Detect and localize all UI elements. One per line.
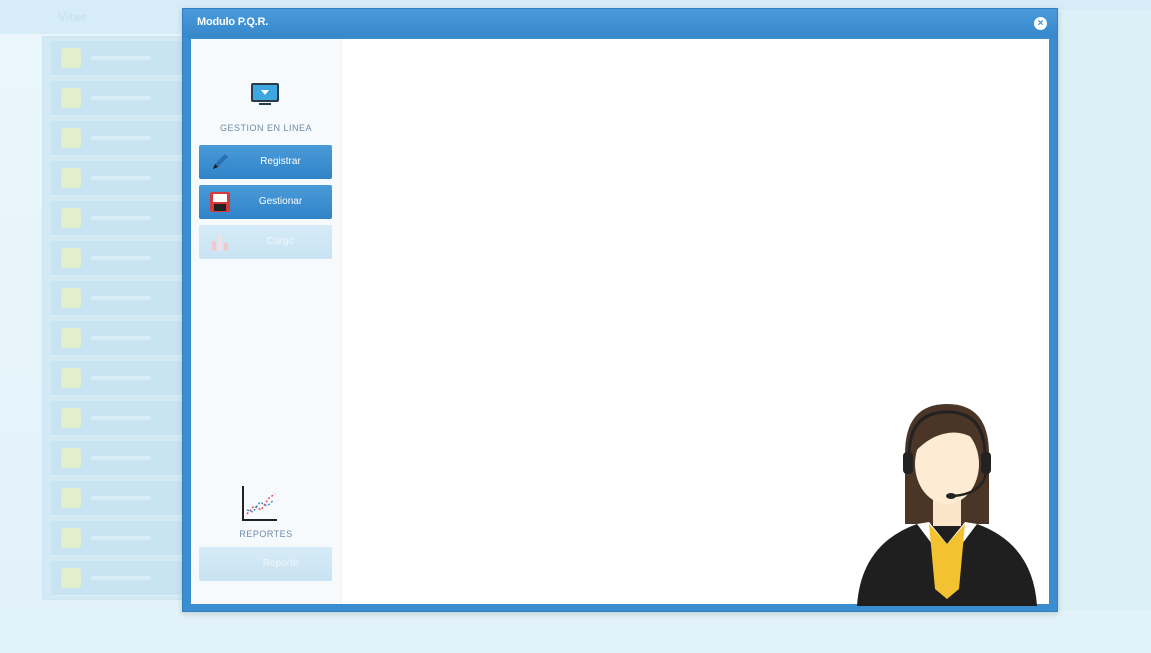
online-management-label: GESTION EN LINEA bbox=[219, 123, 313, 133]
background-sidebar-item bbox=[51, 121, 191, 156]
background-sidebar-item bbox=[51, 41, 191, 76]
reports-chart-icon bbox=[242, 486, 277, 521]
background-sidebar-item bbox=[51, 81, 191, 116]
background-sidebar-item bbox=[51, 481, 191, 516]
content-area bbox=[343, 39, 1049, 606]
background-sidebar-item bbox=[51, 281, 191, 316]
background-sidebar-item bbox=[51, 241, 191, 276]
background-item-icon bbox=[61, 368, 81, 388]
monitor-icon bbox=[251, 83, 279, 105]
report-button[interactable]: Reporte bbox=[199, 547, 332, 581]
report-button-label: Reporte bbox=[262, 558, 299, 569]
pqr-modal: Modulo P.Q.R. × GESTION EN LINEA Registr… bbox=[182, 8, 1058, 612]
background-sidebar-item bbox=[51, 561, 191, 596]
background-item-icon bbox=[61, 88, 81, 108]
background-sidebar-item bbox=[51, 521, 191, 556]
background-right-panel bbox=[1055, 10, 1151, 610]
background-item-icon bbox=[61, 48, 81, 68]
background-item-icon bbox=[61, 328, 81, 348]
close-icon[interactable]: × bbox=[1034, 17, 1047, 30]
background-item-icon bbox=[61, 408, 81, 428]
left-panel: GESTION EN LINEA Registrar Gestionar Car… bbox=[191, 39, 342, 604]
support-agent-illustration bbox=[857, 404, 1037, 606]
background-sidebar-item bbox=[51, 201, 191, 236]
background-item-icon bbox=[61, 248, 81, 268]
background-item-icon bbox=[61, 288, 81, 308]
reports-label: REPORTES bbox=[239, 529, 293, 539]
background-item-icon bbox=[61, 568, 81, 588]
register-button[interactable]: Registrar bbox=[199, 145, 332, 179]
background-item-icon bbox=[61, 488, 81, 508]
modal-body: GESTION EN LINEA Registrar Gestionar Car… bbox=[191, 39, 1049, 606]
background-item-icon bbox=[61, 168, 81, 188]
manage-button-label: Gestionar bbox=[258, 196, 303, 207]
background-sidebar-item bbox=[51, 361, 191, 396]
background-item-icon bbox=[61, 208, 81, 228]
background-item-icon bbox=[61, 448, 81, 468]
background-sidebar bbox=[42, 36, 194, 600]
background-sidebar-item bbox=[51, 321, 191, 356]
background-sidebar-item bbox=[51, 441, 191, 476]
background-sidebar-item bbox=[51, 161, 191, 196]
cargo-button[interactable]: Cargo bbox=[199, 225, 332, 259]
modal-title: Modulo P.Q.R. bbox=[197, 16, 269, 28]
background-app-title: Vitae bbox=[58, 10, 87, 24]
background-item-icon bbox=[61, 128, 81, 148]
cargo-button-label: Cargo bbox=[266, 236, 295, 247]
background-item-icon bbox=[61, 528, 81, 548]
manage-button[interactable]: Gestionar bbox=[199, 185, 332, 219]
register-button-label: Registrar bbox=[260, 156, 301, 167]
background-sidebar-item bbox=[51, 401, 191, 436]
modal-header: Modulo P.Q.R. × bbox=[183, 9, 1057, 37]
